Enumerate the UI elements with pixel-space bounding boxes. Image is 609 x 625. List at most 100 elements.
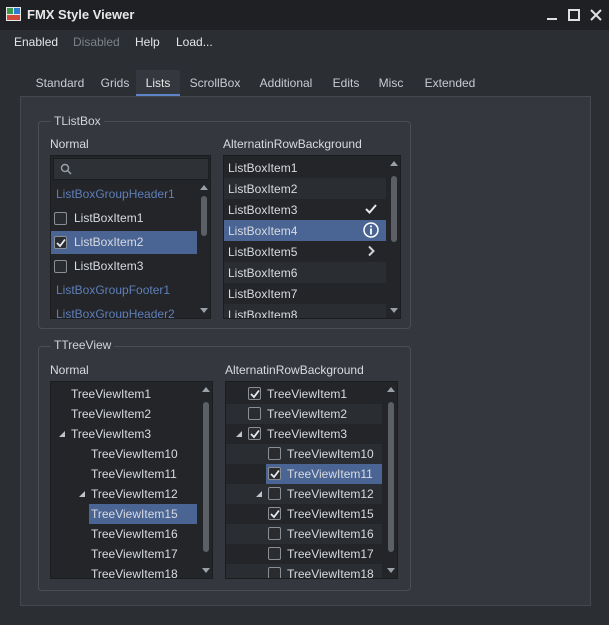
tree-item[interactable]: TreeViewItem16	[51, 524, 197, 544]
tab-extended[interactable]: Extended	[412, 70, 488, 96]
item-label: TreeViewItem3	[267, 427, 348, 441]
tab-misc[interactable]: Misc	[370, 70, 412, 96]
list-item[interactable]: ListBoxItem3	[224, 199, 386, 220]
list-item[interactable]: ListBoxItem3	[51, 255, 197, 278]
item-label: TreeViewItem18	[287, 567, 374, 579]
chevron-right-icon[interactable]	[363, 243, 379, 259]
item-label: TreeViewItem1	[71, 387, 152, 401]
treeview-alt-scrollbar[interactable]	[385, 384, 397, 578]
tree-item[interactable]: TreeViewItem15	[51, 504, 197, 524]
maximize-icon[interactable]	[565, 6, 583, 24]
tree-item[interactable]: TreeViewItem2	[51, 404, 197, 424]
scroll-down-icon[interactable]	[200, 308, 208, 313]
checkbox-unchecked[interactable]	[54, 212, 67, 225]
minimize-icon[interactable]	[543, 6, 561, 24]
checkbox-unchecked[interactable]	[268, 567, 281, 578]
checkmark-icon	[365, 204, 377, 214]
menu-enabled[interactable]: Enabled	[14, 35, 58, 49]
tab-grids[interactable]: Grids	[94, 70, 136, 96]
list-item[interactable]: ListBoxItem7	[224, 283, 386, 304]
treeview-normal-scrollbar[interactable]	[200, 384, 212, 578]
tab-additional[interactable]: Additional	[250, 70, 322, 96]
tree-item[interactable]: TreeViewItem18	[51, 564, 197, 578]
item-label: ListBoxItem1	[228, 161, 298, 175]
list-item[interactable]: ListBoxItem1	[51, 207, 197, 230]
list-item[interactable]: ListBoxItem6	[224, 262, 386, 283]
tree-item[interactable]: TreeViewItem12	[226, 484, 382, 504]
checkbox-checked[interactable]	[248, 427, 261, 440]
checkbox-unchecked[interactable]	[268, 527, 281, 540]
item-label: ListBoxGroupHeader2	[56, 307, 175, 319]
listbox-alt-scrollbar[interactable]	[388, 158, 400, 318]
list-group-header[interactable]: ListBoxGroupHeader2	[51, 303, 197, 319]
list-item[interactable]: ListBoxItem2	[224, 178, 386, 199]
scroll-thumb[interactable]	[201, 196, 207, 236]
list-item[interactable]: ListBoxItem2	[51, 231, 197, 254]
list-group-header[interactable]: ListBoxGroupFooter1	[51, 279, 197, 302]
tree-item[interactable]: TreeViewItem15	[226, 504, 382, 524]
scroll-down-icon[interactable]	[387, 568, 395, 573]
menu-disabled[interactable]: Disabled	[73, 35, 120, 49]
tree-item[interactable]: TreeViewItem3	[51, 424, 197, 444]
tab-standard[interactable]: Standard	[26, 70, 94, 96]
treeview-alternating[interactable]: TreeViewItem1 TreeViewItem2 TreeViewItem3 T…	[225, 381, 398, 579]
checkbox-unchecked[interactable]	[268, 547, 281, 560]
list-item[interactable]: ListBoxItem8	[224, 304, 386, 318]
checkbox-checked[interactable]	[268, 507, 281, 520]
scroll-up-icon[interactable]	[387, 387, 395, 392]
checkbox-unchecked[interactable]	[268, 447, 281, 460]
checkbox-unchecked[interactable]	[54, 260, 67, 273]
list-item[interactable]: ListBoxItem5	[224, 241, 386, 262]
scroll-down-icon[interactable]	[390, 308, 398, 313]
listbox-alternating[interactable]: ListBoxItem1 ListBoxItem2 ListBoxItem3 List…	[223, 155, 401, 319]
list-group-header[interactable]: ListBoxGroupHeader1	[51, 183, 197, 206]
list-item[interactable]: ListBoxItem4	[224, 220, 386, 241]
tab-edits[interactable]: Edits	[322, 70, 370, 96]
checkbox-checked[interactable]	[248, 387, 261, 400]
tree-item[interactable]: TreeViewItem11	[226, 464, 382, 484]
treeview-normal[interactable]: TreeViewItem1 TreeViewItem2 TreeViewItem3 T…	[50, 381, 213, 579]
scroll-up-icon[interactable]	[390, 161, 398, 166]
checkbox-checked[interactable]	[268, 467, 281, 480]
search-input[interactable]	[53, 158, 209, 180]
item-label: TreeViewItem2	[267, 407, 348, 421]
scroll-up-icon[interactable]	[202, 387, 210, 392]
tree-item[interactable]: TreeViewItem1	[51, 384, 197, 404]
scroll-thumb[interactable]	[391, 176, 397, 242]
tree-item[interactable]: TreeViewItem1	[226, 384, 382, 404]
scroll-down-icon[interactable]	[202, 568, 210, 573]
listbox-alt-label: AlternatinRowBackground	[223, 137, 362, 151]
expand-triangle-icon[interactable]	[59, 431, 65, 437]
tree-item[interactable]: TreeViewItem10	[226, 444, 382, 464]
checkbox-unchecked[interactable]	[248, 407, 261, 420]
checkbox-unchecked[interactable]	[268, 487, 281, 500]
tab-lists[interactable]: Lists	[136, 70, 180, 96]
tree-item[interactable]: TreeViewItem10	[51, 444, 197, 464]
listbox-normal-scrollbar[interactable]	[198, 182, 210, 318]
scroll-thumb[interactable]	[388, 402, 394, 552]
tree-item[interactable]: TreeViewItem17	[226, 544, 382, 564]
checkbox-checked[interactable]	[54, 236, 67, 249]
tab-scrollbox[interactable]: ScrollBox	[180, 70, 250, 96]
list-item[interactable]: ListBoxItem1	[224, 157, 386, 178]
menu-load[interactable]: Load...	[176, 35, 213, 49]
tree-item[interactable]: TreeViewItem16	[226, 524, 382, 544]
tree-item[interactable]: TreeViewItem2	[226, 404, 382, 424]
info-icon[interactable]	[363, 222, 379, 238]
tree-item[interactable]: TreeViewItem17	[51, 544, 197, 564]
item-label: ListBoxItem7	[228, 287, 298, 301]
scroll-up-icon[interactable]	[200, 185, 208, 190]
tree-item[interactable]: TreeViewItem3	[226, 424, 382, 444]
listbox-normal[interactable]: ListBoxGroupHeader1 ListBoxItem1 ListBoxIt…	[50, 155, 211, 319]
expand-triangle-icon[interactable]	[256, 491, 262, 497]
item-label: TreeViewItem1	[267, 387, 348, 401]
scroll-thumb[interactable]	[203, 402, 209, 552]
expand-triangle-icon[interactable]	[79, 491, 85, 497]
close-icon[interactable]	[587, 6, 605, 24]
expand-triangle-icon[interactable]	[236, 431, 242, 437]
menu-help[interactable]: Help	[135, 35, 160, 49]
app-icon	[6, 7, 21, 21]
tree-item[interactable]: TreeViewItem12	[51, 484, 197, 504]
tree-item[interactable]: TreeViewItem18	[226, 564, 382, 579]
tree-item[interactable]: TreeViewItem11	[51, 464, 197, 484]
